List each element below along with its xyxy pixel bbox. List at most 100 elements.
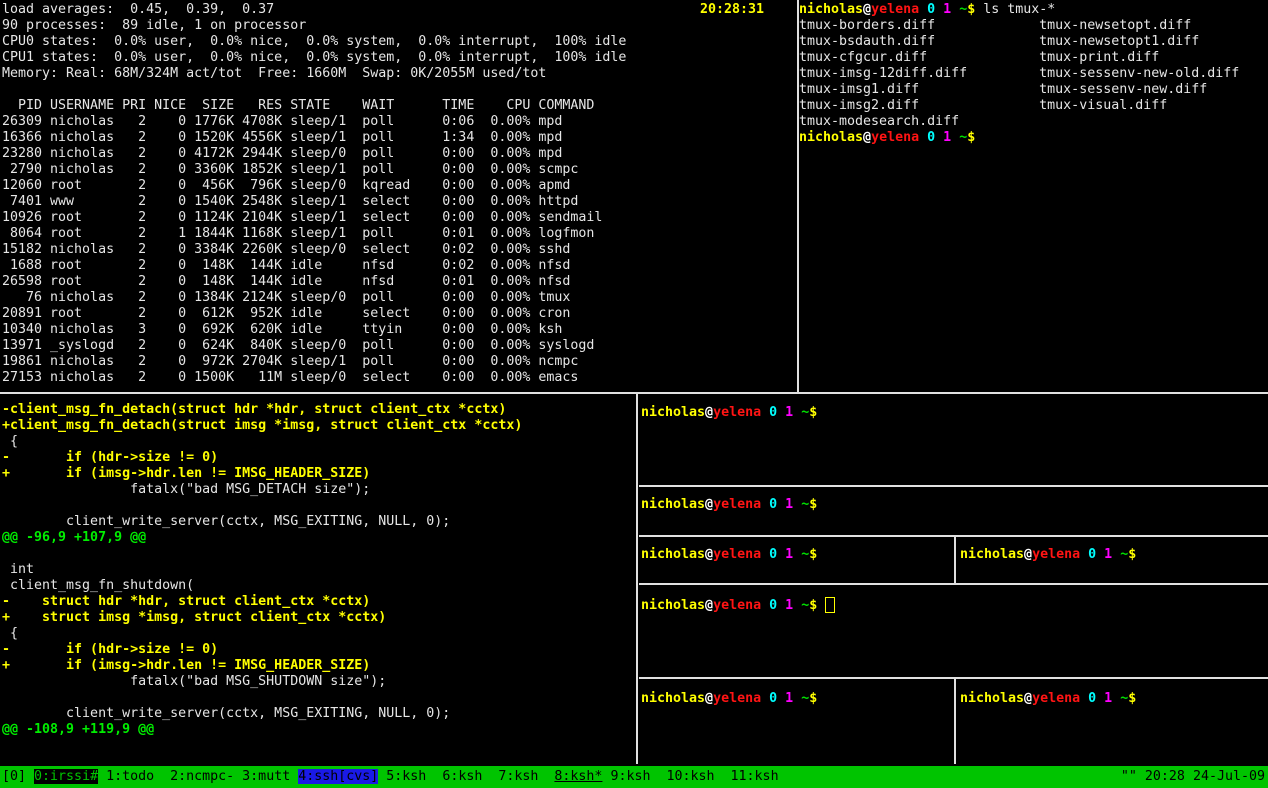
file-list-row: tmux-imsg-12diff.diff tmux-sessenv-new-o… xyxy=(799,66,1266,82)
terminal-cursor xyxy=(825,597,835,613)
shell-pane-ls[interactable]: nicholas@yelena 0 1 ~$ ls tmux-* tmux-bo… xyxy=(799,2,1266,390)
prompt-part: nicholas xyxy=(641,405,705,420)
prompt-part: 1 xyxy=(785,547,793,562)
shell-prompt: nicholas@yelena 0 1 ~$ xyxy=(641,598,817,613)
prompt-part xyxy=(793,691,801,706)
prompt-part: 0 xyxy=(927,2,935,17)
process-row: 27153 nicholas 2 0 1500K 11M sleep/0 sel… xyxy=(2,370,796,386)
prompt-part: yelena xyxy=(713,598,761,613)
prompt-part: $ xyxy=(1128,547,1136,562)
prompt-part: $ xyxy=(809,598,817,613)
file-list-row: tmux-imsg1.diff tmux-sessenv-new.diff xyxy=(799,82,1266,98)
prompt-part: nicholas xyxy=(960,691,1024,706)
file-list-row: tmux-borders.diff tmux-newsetopt.diff xyxy=(799,18,1266,34)
diff-line: -client_msg_fn_detach(struct hdr *hdr, s… xyxy=(2,402,522,418)
prompt-part: @ xyxy=(705,598,713,613)
process-row: 20891 root 2 0 612K 952K idle select 0:0… xyxy=(2,306,796,322)
prompt-part xyxy=(951,2,959,17)
shell-pane-6[interactable]: nicholas@yelena 0 1 ~$ xyxy=(958,679,1268,764)
prompt-part: nicholas xyxy=(641,598,705,613)
blank-line xyxy=(2,82,796,98)
process-row: 7401 www 2 0 1540K 2548K sleep/1 select … xyxy=(2,194,796,210)
process-row: 10340 nicholas 3 0 692K 620K idle ttyin … xyxy=(2,322,796,338)
prompt-part: $ xyxy=(809,547,817,562)
prompt-part: 1 xyxy=(785,598,793,613)
window-entry[interactable]: 1:todo 2:ncmpc- 3:mutt xyxy=(98,769,298,784)
prompt-part: @ xyxy=(705,497,713,512)
prompt-part: 0 xyxy=(769,691,777,706)
prompt-part: nicholas xyxy=(641,547,705,562)
shell-command-line: nicholas@yelena 0 1 ~$ ls tmux-* xyxy=(799,2,1266,18)
pane-border-h1 xyxy=(639,485,1268,487)
prompt-part: ~ xyxy=(801,497,809,512)
diff-line: client_write_server(cctx, MSG_EXITING, N… xyxy=(2,706,522,722)
prompt-part: @ xyxy=(705,405,713,420)
prompt-part: $ xyxy=(1128,691,1136,706)
pane-border-vertical-bottom xyxy=(636,394,638,764)
window-list: [0] 0:irssi# 1:todo 2:ncmpc- 3:mutt 4:ss… xyxy=(2,766,779,788)
prompt-part: @ xyxy=(863,130,871,145)
diff-line: - if (hdr->size != 0) xyxy=(2,642,522,658)
window-entry[interactable]: 0:irssi# xyxy=(34,769,98,784)
clock: 20:28:31 xyxy=(700,2,764,18)
prompt-part: ~ xyxy=(801,547,809,562)
window-entry[interactable]: 5:ksh 6:ksh 7:ksh xyxy=(378,769,554,784)
shell-pane-2[interactable]: nicholas@yelena 0 1 ~$ xyxy=(639,489,1268,535)
status-clock: "" 20:28 24-Jul-09 xyxy=(1121,766,1265,788)
top-summary-line: 90 processes: 89 idle, 1 on processor xyxy=(2,18,796,34)
shell-command: ls tmux-* xyxy=(975,2,1055,17)
emacs-pane[interactable]: -client_msg_fn_detach(struct hdr *hdr, s… xyxy=(0,396,636,764)
prompt-part: ~ xyxy=(959,130,967,145)
prompt-part xyxy=(777,497,785,512)
top-pane[interactable]: load averages: 0.45, 0.39, 0.37 90 proce… xyxy=(2,2,796,390)
diff-line: fatalx("bad MSG_SHUTDOWN size"); xyxy=(2,674,522,690)
prompt-part xyxy=(793,497,801,512)
prompt-part: $ xyxy=(809,497,817,512)
process-row: 26309 nicholas 2 0 1776K 4708K sleep/1 p… xyxy=(2,114,796,130)
window-entry[interactable]: 4:ssh[cvs] xyxy=(298,769,378,784)
window-entry[interactable]: 8:ksh* xyxy=(554,769,602,784)
prompt-part xyxy=(761,598,769,613)
prompt-part: 0 xyxy=(1088,547,1096,562)
prompt-part xyxy=(777,598,785,613)
diff-line: int xyxy=(2,562,522,578)
prompt-part: 0 xyxy=(927,130,935,145)
shell-pane-3[interactable]: nicholas@yelena 0 1 ~$ xyxy=(639,537,954,583)
diff-line: { xyxy=(2,434,522,450)
prompt-part xyxy=(1096,547,1104,562)
process-row: 12060 root 2 0 456K 796K sleep/0 kqread … xyxy=(2,178,796,194)
prompt-part: @ xyxy=(1024,691,1032,706)
shell-prompt: nicholas@yelena 0 1 ~$ xyxy=(641,497,817,512)
diff-content: -client_msg_fn_detach(struct hdr *hdr, s… xyxy=(2,402,522,738)
shell-pane-4[interactable]: nicholas@yelena 0 1 ~$ xyxy=(958,537,1268,583)
terminal-screen: load averages: 0.45, 0.39, 0.37 90 proce… xyxy=(0,0,1268,788)
prompt-part: yelena xyxy=(1032,547,1080,562)
prompt-part: 1 xyxy=(1104,547,1112,562)
prompt-part: yelena xyxy=(713,691,761,706)
prompt-part xyxy=(793,598,801,613)
prompt-part xyxy=(761,497,769,512)
prompt-part: 1 xyxy=(785,691,793,706)
prompt-part: ~ xyxy=(959,2,967,17)
prompt-part: 1 xyxy=(943,2,951,17)
shell-pane-1[interactable]: nicholas@yelena 0 1 ~$ xyxy=(639,397,1268,485)
pane-border-v5 xyxy=(954,679,956,764)
prompt-part: 1 xyxy=(1104,691,1112,706)
window-entry[interactable]: 9:ksh 10:ksh 11:ksh xyxy=(602,769,778,784)
file-list-row: tmux-modesearch.diff xyxy=(799,114,1266,130)
diff-line: @@ -108,9 +119,9 @@ xyxy=(2,722,522,738)
pane-border-horizontal-main xyxy=(0,392,1268,394)
shell-pane-active[interactable]: nicholas@yelena 0 1 ~$ xyxy=(639,585,1268,677)
shell-pane-5[interactable]: nicholas@yelena 0 1 ~$ xyxy=(639,679,954,764)
prompt-part: nicholas xyxy=(641,497,705,512)
diff-line: fatalx("bad MSG_DETACH size"); xyxy=(2,482,522,498)
diff-line xyxy=(2,498,522,514)
shell-prompt: nicholas@yelena 0 1 ~$ xyxy=(960,691,1136,706)
shell-prompt: nicholas@yelena 0 1 ~$ xyxy=(641,691,817,706)
prompt-part: nicholas xyxy=(799,2,863,17)
diff-line: + if (imsg->hdr.len != IMSG_HEADER_SIZE) xyxy=(2,466,522,482)
shell-prompt: nicholas@yelena 0 1 ~$ xyxy=(799,2,975,17)
prompt-part xyxy=(919,130,927,145)
diff-line: client_msg_fn_shutdown( xyxy=(2,578,522,594)
prompt-part: $ xyxy=(967,130,975,145)
